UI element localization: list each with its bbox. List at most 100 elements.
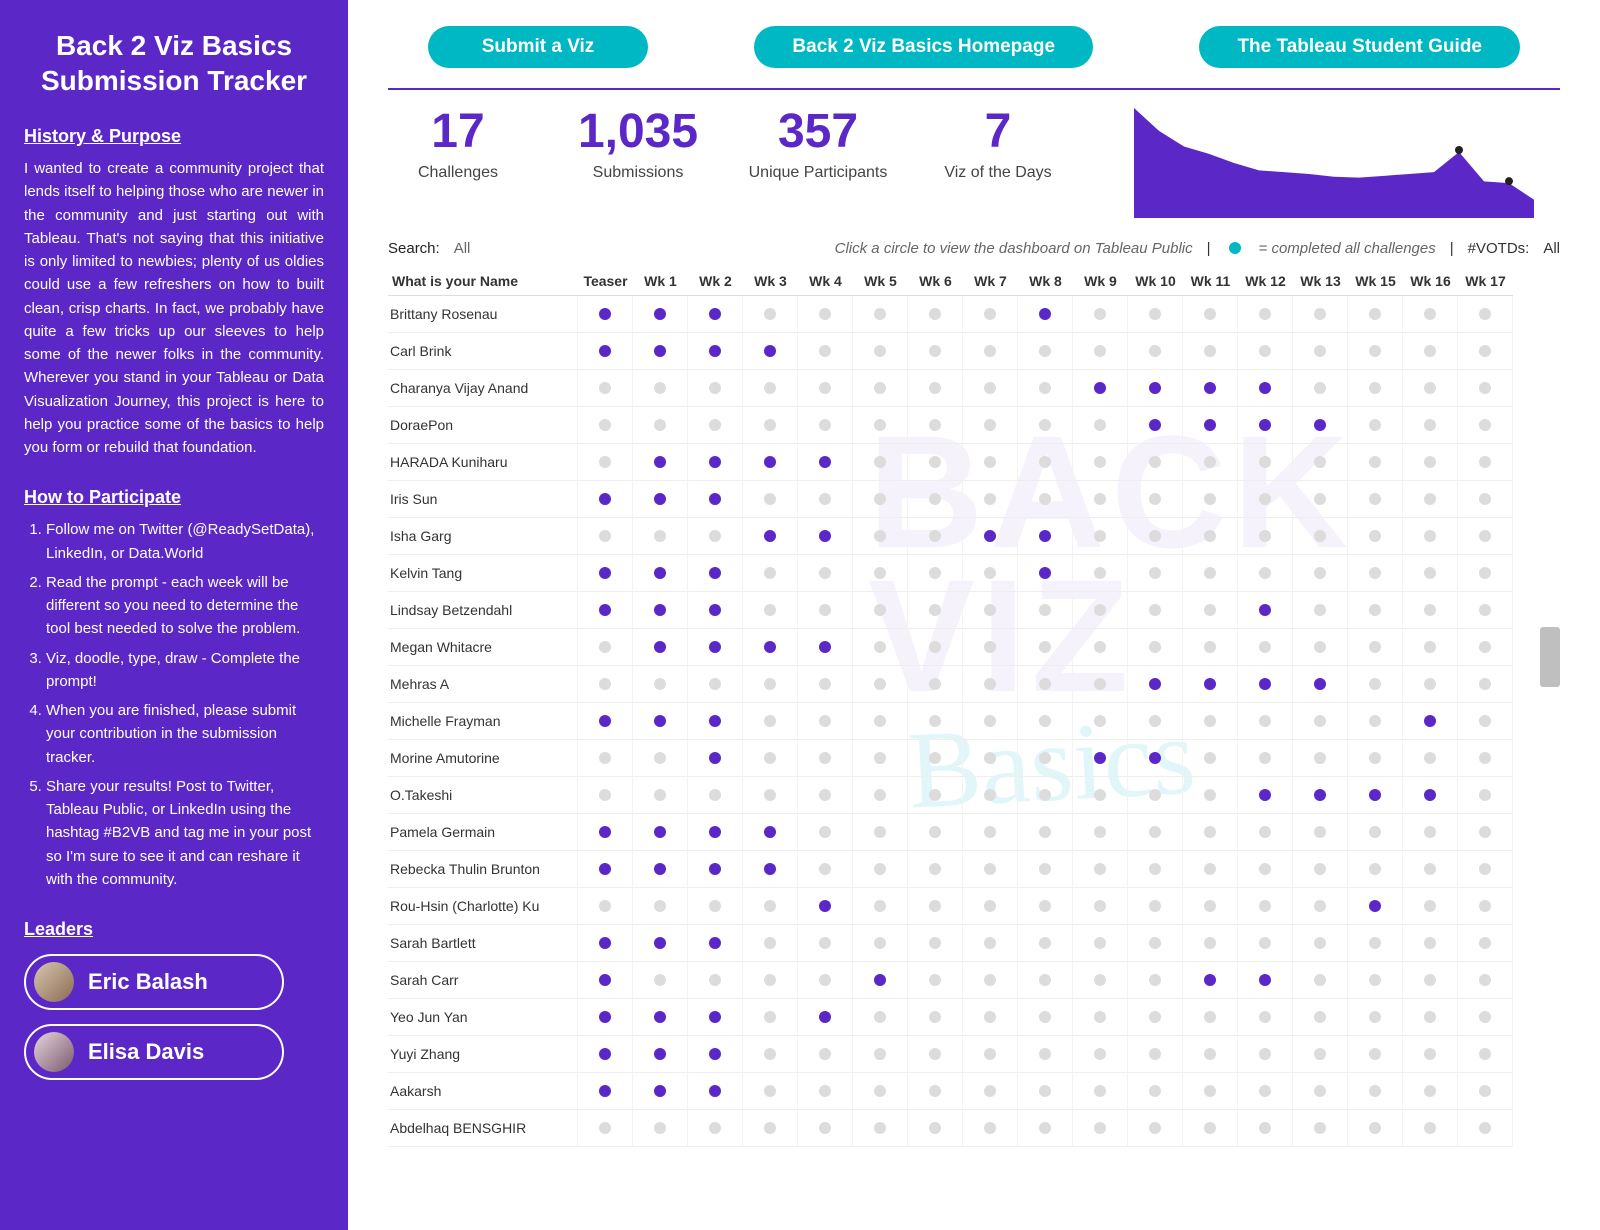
submission-cell[interactable]	[633, 333, 688, 370]
submission-cell[interactable]	[798, 444, 853, 481]
column-header-week[interactable]: Wk 7	[963, 267, 1018, 296]
submission-cell[interactable]	[633, 555, 688, 592]
submission-cell[interactable]	[798, 629, 853, 666]
submission-cell[interactable]	[1018, 518, 1073, 555]
submission-cell[interactable]	[743, 333, 798, 370]
participant-name[interactable]: Iris Sun	[388, 481, 578, 518]
submission-cell[interactable]	[1128, 666, 1183, 703]
submission-cell[interactable]	[798, 999, 853, 1036]
column-header-week[interactable]: Wk 8	[1018, 267, 1073, 296]
participant-name[interactable]: Abdelhaq BENSGHIR	[388, 1110, 578, 1147]
submission-cell[interactable]	[633, 814, 688, 851]
submission-cell[interactable]	[798, 888, 853, 925]
submission-cell[interactable]	[633, 629, 688, 666]
submission-cell[interactable]	[1018, 555, 1073, 592]
submission-cell[interactable]	[633, 851, 688, 888]
submission-cell[interactable]	[578, 925, 633, 962]
column-header-week[interactable]: Wk 10	[1128, 267, 1183, 296]
submission-cell[interactable]	[1238, 370, 1293, 407]
participant-name[interactable]: Isha Garg	[388, 518, 578, 555]
column-header-week[interactable]: Wk 6	[908, 267, 963, 296]
participant-name[interactable]: Rou-Hsin (Charlotte) Ku	[388, 888, 578, 925]
column-header-week[interactable]: Wk 12	[1238, 267, 1293, 296]
participant-name[interactable]: Mehras A	[388, 666, 578, 703]
submission-cell[interactable]	[633, 1036, 688, 1073]
submission-cell[interactable]	[578, 481, 633, 518]
submission-cell[interactable]	[578, 1073, 633, 1110]
submission-cell[interactable]	[688, 814, 743, 851]
submission-cell[interactable]	[1403, 703, 1458, 740]
submission-cell[interactable]	[578, 999, 633, 1036]
participant-name[interactable]: Morine Amutorine	[388, 740, 578, 777]
participant-name[interactable]: Brittany Rosenau	[388, 296, 578, 333]
participant-name[interactable]: Megan Whitacre	[388, 629, 578, 666]
submission-cell[interactable]	[633, 481, 688, 518]
submission-cell[interactable]	[578, 1036, 633, 1073]
column-header-name[interactable]: What is your Name	[388, 267, 578, 296]
column-header-week[interactable]: Wk 15	[1348, 267, 1403, 296]
submission-cell[interactable]	[688, 1073, 743, 1110]
submission-cell[interactable]	[578, 703, 633, 740]
participant-name[interactable]: O.Takeshi	[388, 777, 578, 814]
submission-cell[interactable]	[578, 555, 633, 592]
submission-cell[interactable]	[633, 1073, 688, 1110]
submission-cell[interactable]	[1293, 407, 1348, 444]
submission-cell[interactable]	[1348, 777, 1403, 814]
votd-value[interactable]: All	[1543, 240, 1560, 257]
column-header-week[interactable]: Teaser	[578, 267, 633, 296]
submission-cell[interactable]	[633, 703, 688, 740]
participant-name[interactable]: Kelvin Tang	[388, 555, 578, 592]
participant-name[interactable]: Aakarsh	[388, 1073, 578, 1110]
participant-name[interactable]: Carl Brink	[388, 333, 578, 370]
participant-name[interactable]: Charanya Vijay Anand	[388, 370, 578, 407]
submission-cell[interactable]	[578, 296, 633, 333]
submission-cell[interactable]	[688, 740, 743, 777]
submission-cell[interactable]	[1238, 592, 1293, 629]
leader-pill[interactable]: Eric Balash	[24, 954, 284, 1010]
submission-cell[interactable]	[633, 999, 688, 1036]
column-header-week[interactable]: Wk 17	[1458, 267, 1513, 296]
column-header-week[interactable]: Wk 4	[798, 267, 853, 296]
column-header-week[interactable]: Wk 16	[1403, 267, 1458, 296]
submission-cell[interactable]	[1128, 370, 1183, 407]
submission-cell[interactable]	[1018, 296, 1073, 333]
submission-cell[interactable]	[743, 518, 798, 555]
submission-cell[interactable]	[743, 444, 798, 481]
column-header-week[interactable]: Wk 9	[1073, 267, 1128, 296]
participant-name[interactable]: DoraePon	[388, 407, 578, 444]
submission-cell[interactable]	[743, 814, 798, 851]
submission-cell[interactable]	[798, 518, 853, 555]
submission-cell[interactable]	[688, 481, 743, 518]
submission-cell[interactable]	[743, 851, 798, 888]
leader-pill[interactable]: Elisa Davis	[24, 1024, 284, 1080]
submission-cell[interactable]	[578, 814, 633, 851]
submission-cell[interactable]	[578, 592, 633, 629]
search-value[interactable]: All	[454, 240, 471, 257]
submission-cell[interactable]	[688, 296, 743, 333]
submission-cell[interactable]	[578, 333, 633, 370]
submission-cell[interactable]	[688, 444, 743, 481]
submission-cell[interactable]	[1238, 407, 1293, 444]
submission-cell[interactable]	[578, 962, 633, 999]
submit-viz-button[interactable]: Submit a Viz	[428, 26, 648, 68]
submission-cell[interactable]	[1183, 666, 1238, 703]
submission-cell[interactable]	[963, 518, 1018, 555]
submission-cell[interactable]	[1183, 407, 1238, 444]
submission-cell[interactable]	[1293, 666, 1348, 703]
participant-name[interactable]: Sarah Bartlett	[388, 925, 578, 962]
participant-name[interactable]: Lindsay Betzendahl	[388, 592, 578, 629]
submission-cell[interactable]	[688, 703, 743, 740]
submission-cell[interactable]	[578, 851, 633, 888]
submission-cell[interactable]	[633, 296, 688, 333]
column-header-week[interactable]: Wk 5	[853, 267, 908, 296]
submission-cell[interactable]	[688, 851, 743, 888]
homepage-button[interactable]: Back 2 Viz Basics Homepage	[754, 26, 1093, 68]
column-header-week[interactable]: Wk 3	[743, 267, 798, 296]
participant-name[interactable]: Michelle Frayman	[388, 703, 578, 740]
submission-cell[interactable]	[688, 592, 743, 629]
participant-name[interactable]: Yuyi Zhang	[388, 1036, 578, 1073]
submission-cell[interactable]	[1238, 962, 1293, 999]
submission-cell[interactable]	[743, 629, 798, 666]
submission-cell[interactable]	[1238, 777, 1293, 814]
submission-cell[interactable]	[688, 333, 743, 370]
